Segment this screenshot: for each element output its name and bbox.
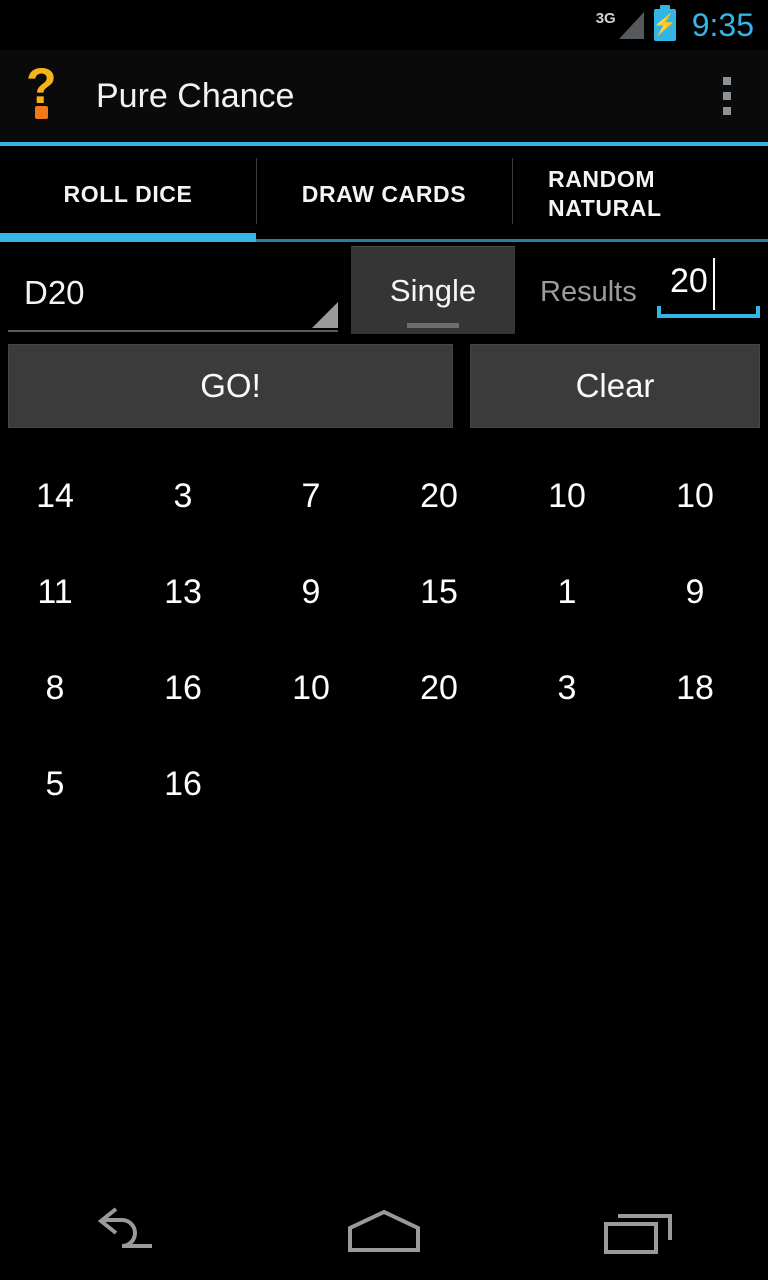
result-cell: 20 xyxy=(420,476,458,515)
result-cell: 3 xyxy=(173,476,193,515)
tab-draw-cards-label: DRAW CARDS xyxy=(301,180,467,207)
action-bar: ? Pure Chance xyxy=(0,50,768,142)
result-cell: 5 xyxy=(45,764,65,803)
result-cell: 14 xyxy=(36,476,74,515)
go-button[interactable]: GO! xyxy=(8,344,453,428)
action-buttons-row: GO! Clear xyxy=(0,344,768,430)
results-count-value: 20 xyxy=(670,262,708,300)
result-cell: 16 xyxy=(164,764,202,803)
tab-active-indicator xyxy=(0,233,256,242)
tab-roll-dice-label: ROLL DICE xyxy=(63,180,193,207)
result-cell: 9 xyxy=(685,572,705,611)
result-cell: 7 xyxy=(301,476,321,515)
results-row: 5 16 xyxy=(0,736,768,832)
dice-type-value: D20 xyxy=(24,274,85,311)
tab-bar: ROLL DICE DRAW CARDS RANDOM NATURAL xyxy=(0,146,768,242)
overflow-menu-icon[interactable] xyxy=(712,69,742,123)
question-mark-dot xyxy=(35,106,48,119)
recents-icon[interactable] xyxy=(512,1184,768,1280)
controls-row: D20 Single Results 20 xyxy=(0,246,768,336)
clear-button-label: Clear xyxy=(575,367,655,404)
tab-random-natural-label: RANDOM NATURAL xyxy=(548,166,662,221)
result-cell: 15 xyxy=(420,572,458,611)
status-bar-icons: 3G ⚡ 9:35 xyxy=(596,0,754,50)
result-cell: 10 xyxy=(292,668,330,707)
result-cell: 20 xyxy=(420,668,458,707)
results-grid: 14 3 7 20 10 10 11 13 9 15 1 9 8 16 10 2… xyxy=(0,448,768,832)
status-bar: 3G ⚡ 9:35 xyxy=(0,0,768,50)
clear-button[interactable]: Clear xyxy=(470,344,760,428)
charging-bolt-icon: ⚡ xyxy=(652,14,678,36)
results-row: 8 16 10 20 3 18 xyxy=(0,640,768,736)
go-button-label: GO! xyxy=(200,367,261,404)
roll-mode-value: Single xyxy=(389,272,477,308)
roll-mode-spinner[interactable]: Single xyxy=(351,246,515,334)
result-cell: 18 xyxy=(676,668,714,707)
result-cell: 11 xyxy=(37,572,73,611)
result-cell: 9 xyxy=(301,572,321,611)
result-cell: 16 xyxy=(164,668,202,707)
result-cell: 13 xyxy=(164,572,202,611)
result-cell: 1 xyxy=(557,572,577,611)
results-row: 14 3 7 20 10 10 xyxy=(0,448,768,544)
tab-random-natural[interactable]: RANDOM NATURAL xyxy=(512,146,768,242)
tab-inactive-indicator xyxy=(256,239,512,242)
page-title: Pure Chance xyxy=(96,76,295,115)
overflow-dot xyxy=(723,77,731,85)
result-cell: 3 xyxy=(557,668,577,707)
signal-icon: 3G xyxy=(596,8,644,42)
question-mark-glyph: ? xyxy=(26,58,57,114)
signal-bars-icon xyxy=(618,12,644,39)
overflow-dot xyxy=(723,92,731,100)
result-cell: 10 xyxy=(548,476,586,515)
dice-type-spinner[interactable]: D20 xyxy=(8,248,338,332)
battery-charging-icon: ⚡ xyxy=(652,5,678,41)
tab-draw-cards[interactable]: DRAW CARDS xyxy=(256,146,512,242)
tab-roll-dice[interactable]: ROLL DICE xyxy=(0,146,256,242)
dropdown-triangle-icon xyxy=(312,302,338,328)
tab-inactive-indicator xyxy=(512,239,768,242)
app-screen: 3G ⚡ 9:35 ? Pure Chance ROLL DICE DRAW C… xyxy=(0,0,768,1280)
results-count-input[interactable]: 20 xyxy=(657,256,760,318)
status-bar-clock: 9:35 xyxy=(691,6,754,43)
navigation-bar xyxy=(0,1184,768,1280)
network-type-label: 3G xyxy=(595,10,616,27)
result-cell: 10 xyxy=(676,476,714,515)
back-icon[interactable] xyxy=(0,1184,256,1280)
result-cell: 8 xyxy=(45,668,65,707)
results-count-label: Results xyxy=(540,276,637,308)
text-cursor xyxy=(713,258,715,310)
spinner-underline-indicator xyxy=(407,323,459,328)
question-mark-icon: ? xyxy=(26,61,70,122)
results-row: 11 13 9 15 1 9 xyxy=(0,544,768,640)
home-icon[interactable] xyxy=(256,1184,512,1280)
overflow-dot xyxy=(723,107,731,115)
